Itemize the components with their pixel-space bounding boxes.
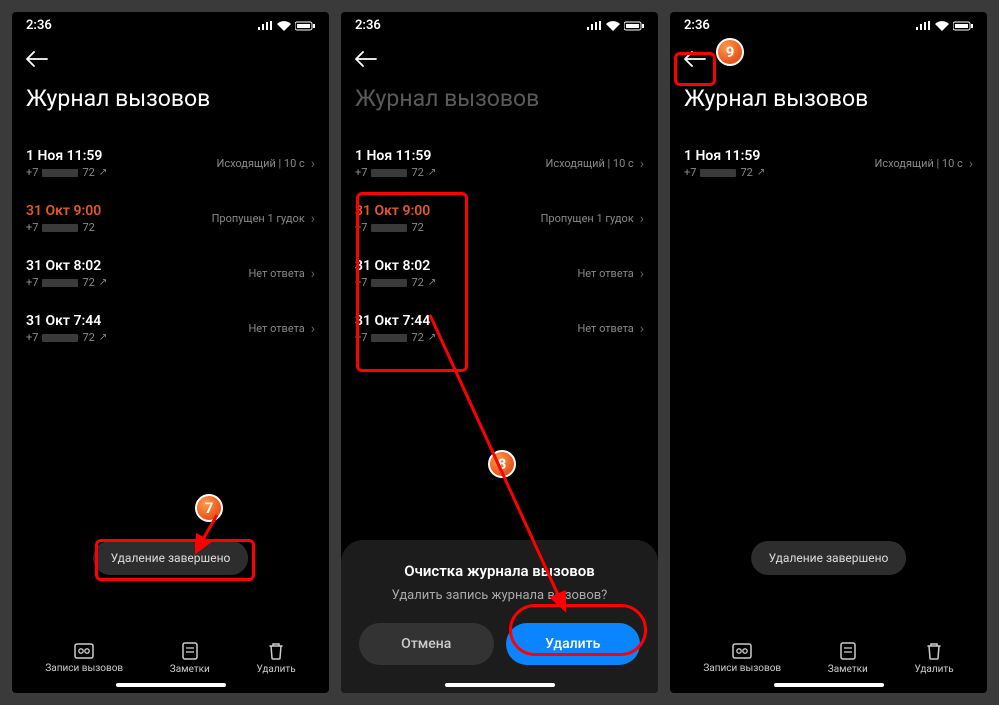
page-title: Журнал вызовов [341,75,658,136]
call-number: +7 72 ↗ [26,331,107,344]
dialog-title: Очистка журнала вызовов [359,562,640,580]
call-row[interactable]: 31 Окт 7:44 +7 72 ↗ Нет ответа› [355,301,644,356]
back-button[interactable] [670,35,987,75]
status-time: 2:36 [355,18,381,33]
bottom-recordings[interactable]: Записи вызовов [45,643,123,674]
status-time: 2:36 [26,18,52,33]
call-status: Пропущен 1 гудок› [541,211,644,227]
call-row[interactable]: 1 Ноя 11:59 +7 72 ↗ Исходящий | 10 с› [684,136,973,191]
call-datetime: 31 Окт 8:02 [355,258,436,274]
status-time: 2:36 [684,18,710,33]
back-button[interactable] [12,35,329,75]
screen-2: 2:36 Журнал вызовов 1 Ноя 11:59 +7 72 ↗ Ис… [341,12,658,693]
dialog-cancel-button[interactable]: Отмена [359,623,494,665]
status-icons [915,21,973,31]
call-status: Нет ответа› [248,266,315,282]
page-title: Журнал вызовов [12,75,329,136]
call-datetime: 31 Окт 9:00 [26,203,101,219]
status-bar: 2:36 [12,12,329,35]
call-row[interactable]: 31 Окт 8:02 +7 72 ↗ Нет ответа› [355,246,644,301]
back-button[interactable] [341,35,658,75]
back-arrow-icon [26,51,315,67]
home-indicator[interactable] [774,683,884,687]
call-row[interactable]: 31 Окт 9:00 +7 72 Пропущен 1 гудок› [26,191,315,246]
bottom-recordings[interactable]: Записи вызовов [703,643,781,674]
home-indicator[interactable] [116,683,226,687]
notes-icon [182,642,198,660]
notes-icon [840,642,856,660]
call-number: +7 72 ↗ [26,166,107,179]
bottom-notes[interactable]: Заметки [170,642,210,675]
bottom-notes[interactable]: Заметки [828,642,868,675]
call-status: Исходящий | 10 с› [216,156,315,172]
toast: Удаление завершено [93,541,249,575]
call-number: +7 72 [26,221,101,234]
status-icons [586,21,644,31]
trash-icon [268,642,284,660]
call-status: Нет ответа› [577,266,644,282]
home-indicator[interactable] [445,683,555,687]
recordings-icon [732,643,752,659]
call-row[interactable]: 31 Окт 8:02 +7 72 ↗ Нет ответа› [26,246,315,301]
call-number: +7 72 ↗ [355,276,436,289]
screen-1: 2:36 Журнал вызовов 1 Ноя 11:59 +7 72 ↗ Ис… [12,12,329,693]
call-datetime: 31 Окт 8:02 [26,258,107,274]
call-status: Исходящий | 10 с› [545,156,644,172]
screen-3: 2:36 Журнал вызовов 1 Ноя 11:59 +7 72 ↗ Ис… [670,12,987,693]
call-status: Нет ответа› [248,321,315,337]
delete-dialog: Очистка журнала вызовов Удалить запись ж… [341,540,658,693]
call-datetime: 1 Ноя 11:59 [26,148,107,164]
call-datetime: 31 Окт 7:44 [26,313,107,329]
call-status: Пропущен 1 гудок› [212,211,315,227]
call-row[interactable]: 31 Окт 7:44 +7 72 ↗ Нет ответа› [26,301,315,356]
trash-icon [926,642,942,660]
call-number: +7 72 ↗ [684,166,765,179]
call-row[interactable]: 1 Ноя 11:59 +7 72 ↗ Исходящий | 10 с› [26,136,315,191]
status-bar: 2:36 [670,12,987,35]
call-number: +7 72 ↗ [355,166,436,179]
back-arrow-icon [684,51,973,67]
call-datetime: 1 Ноя 11:59 [355,148,436,164]
dialog-subtitle: Удалить запись журнала вызовов? [359,588,640,603]
call-number: +7 72 ↗ [355,331,436,344]
call-datetime: 1 Ноя 11:59 [684,148,765,164]
toast: Удаление завершено [751,541,907,575]
call-datetime: 31 Окт 9:00 [355,203,430,219]
back-arrow-icon [355,51,644,67]
bottom-delete[interactable]: Удалить [256,642,295,675]
call-row[interactable]: 31 Окт 9:00 +7 72 Пропущен 1 гудок› [355,191,644,246]
recordings-icon [74,643,94,659]
status-icons [257,21,315,31]
dialog-delete-button[interactable]: Удалить [506,623,641,665]
call-status: Нет ответа› [577,321,644,337]
page-title: Журнал вызовов [670,75,987,136]
call-status: Исходящий | 10 с› [874,156,973,172]
call-number: +7 72 [355,221,430,234]
call-row[interactable]: 1 Ноя 11:59 +7 72 ↗ Исходящий | 10 с› [355,136,644,191]
call-datetime: 31 Окт 7:44 [355,313,436,329]
status-bar: 2:36 [341,12,658,35]
call-number: +7 72 ↗ [26,276,107,289]
bottom-delete[interactable]: Удалить [914,642,953,675]
